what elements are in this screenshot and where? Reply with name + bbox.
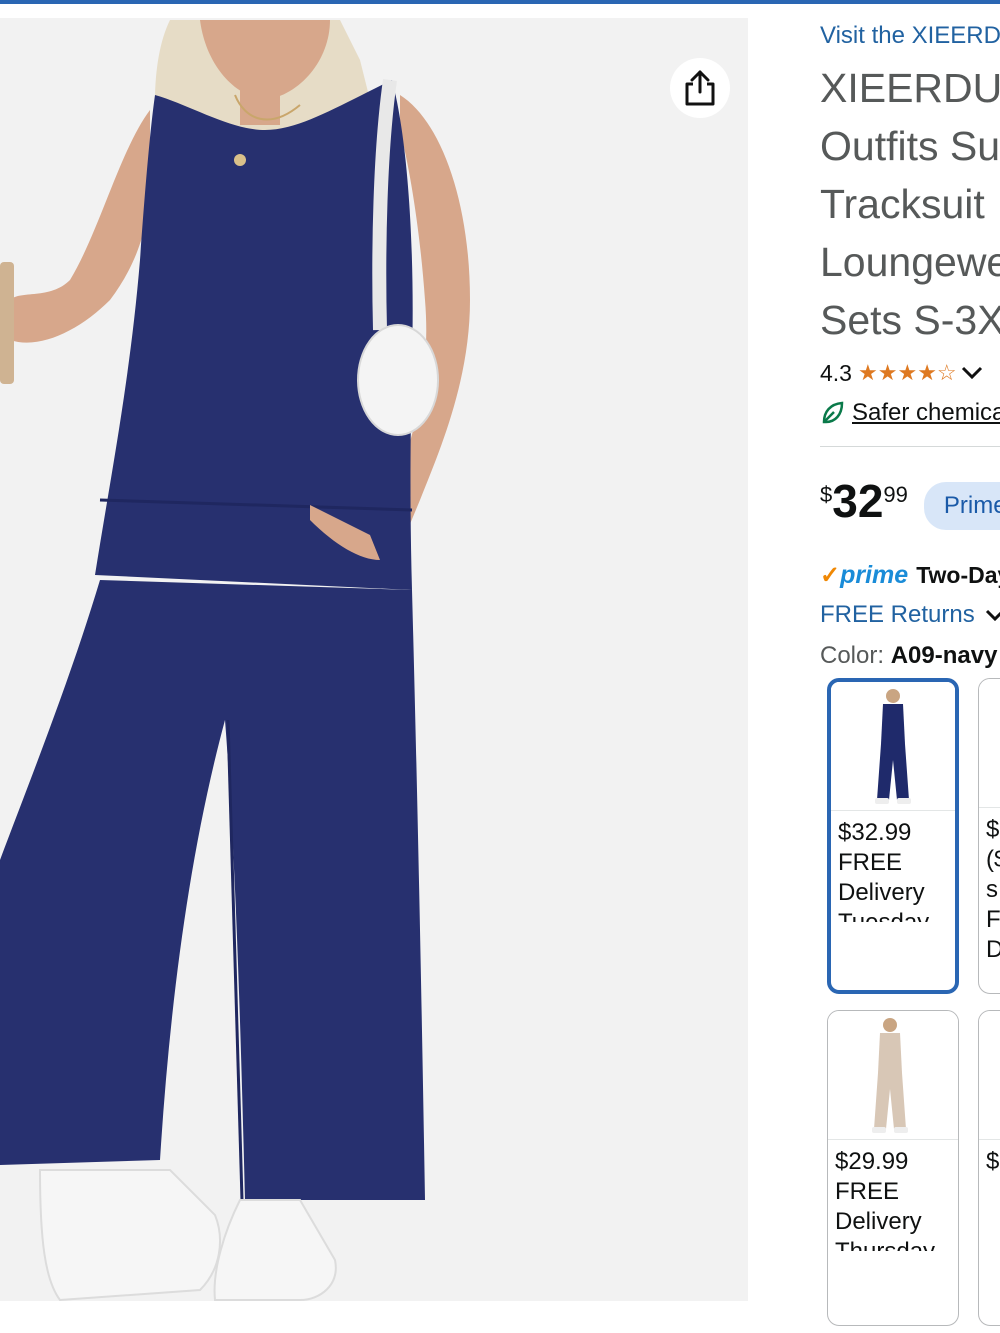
star-icon: ★ (917, 360, 937, 385)
share-icon (685, 70, 715, 106)
safer-chemicals-link[interactable]: Safer chemicals (852, 399, 1000, 427)
product-title-line-2: Outfits Summer (820, 123, 1000, 169)
color-swatch-2[interactable]: $ ($ s F D (978, 678, 1000, 994)
star-icon: ★ (857, 360, 878, 385)
store-link[interactable]: Visit the XIEERDUO Store (820, 22, 1000, 50)
color-swatch-4[interactable]: $ (978, 1010, 1000, 1326)
swatch-delivery: D (986, 935, 1000, 965)
star-rating: ★ ★ ★ ★ ☆ (858, 362, 957, 384)
color-label: Color: (820, 642, 891, 669)
swatch-delivery-day: Tuesday (838, 908, 949, 922)
divider (820, 446, 1000, 447)
swatch-delivery: Delivery (838, 879, 925, 906)
swatch-price: $ (986, 1148, 1000, 1175)
color-selection-label: Color: A09-navy (820, 642, 997, 670)
swatch-unit-price: ($ (986, 846, 1000, 873)
swatch-text: s (986, 876, 998, 903)
rating-value: 4.3 (820, 359, 852, 386)
color-swatch-navy[interactable]: $32.99 FREE Delivery Tuesday (827, 678, 959, 994)
swatch-price: $32.99 (838, 819, 912, 846)
swatch-price: $ (986, 816, 1000, 843)
free-returns-row[interactable]: FREE Returns (820, 600, 1000, 630)
free-returns-link[interactable]: FREE Returns (820, 601, 975, 629)
prime-delivery-text: Two-Day (916, 561, 1000, 588)
swatch-shipping: FREE (835, 1178, 900, 1205)
product-title-line-1: XIEERDUO (820, 65, 1000, 111)
color-value: A09-navy (890, 642, 998, 669)
chevron-down-icon[interactable] (985, 609, 1000, 621)
half-star-icon: ☆ (936, 360, 957, 385)
chevron-down-icon[interactable] (961, 366, 983, 380)
swatch-thumbnail (979, 679, 1000, 808)
prime-delivery-row: ✓ prime Two-Day (820, 560, 1000, 590)
product-info-panel: Visit the XIEERDUO Store XIEERDUO Outfit… (820, 0, 1000, 1333)
swatch-shipping: F (986, 906, 1000, 933)
product-title-line-4: Loungewear (820, 239, 1000, 285)
swatch-delivery: Delivery (835, 1208, 922, 1235)
product-title-line-5: Sets S-3XL (820, 297, 1000, 343)
safer-chemicals-badge[interactable]: Safer chemicals (820, 398, 1000, 428)
prime-check-icon: ✓ (820, 561, 841, 589)
color-swatch-beige[interactable]: $29.99 FREE Delivery Thursday (827, 1010, 959, 1326)
prime-logo: prime (840, 560, 909, 589)
swatch-shipping: FREE (838, 849, 903, 876)
star-icon: ★ (897, 360, 918, 385)
price-row: $ 32 99 Prime (820, 478, 1000, 530)
swatch-price: $29.99 (835, 1148, 909, 1175)
rating-row[interactable]: 4.3 ★ ★ ★ ★ ☆ (820, 358, 983, 388)
prime-price-pill[interactable]: Prime (923, 482, 1000, 530)
swatch-thumbnail (979, 1011, 1000, 1140)
swatch-delivery-day: Thursday (835, 1237, 952, 1251)
product-image (0, 20, 470, 1301)
leaf-icon (822, 401, 844, 424)
swatch-thumbnail (828, 1011, 958, 1140)
price-currency: $ (820, 482, 833, 507)
share-button[interactable] (670, 58, 730, 118)
swatch-thumbnail (831, 682, 955, 811)
product-title-line-3: Tracksuit (820, 181, 985, 227)
product-image-gallery[interactable] (0, 18, 748, 1301)
price-cents: 99 (883, 482, 908, 507)
star-icon: ★ (877, 360, 898, 385)
price-dollars: 32 (832, 475, 884, 527)
